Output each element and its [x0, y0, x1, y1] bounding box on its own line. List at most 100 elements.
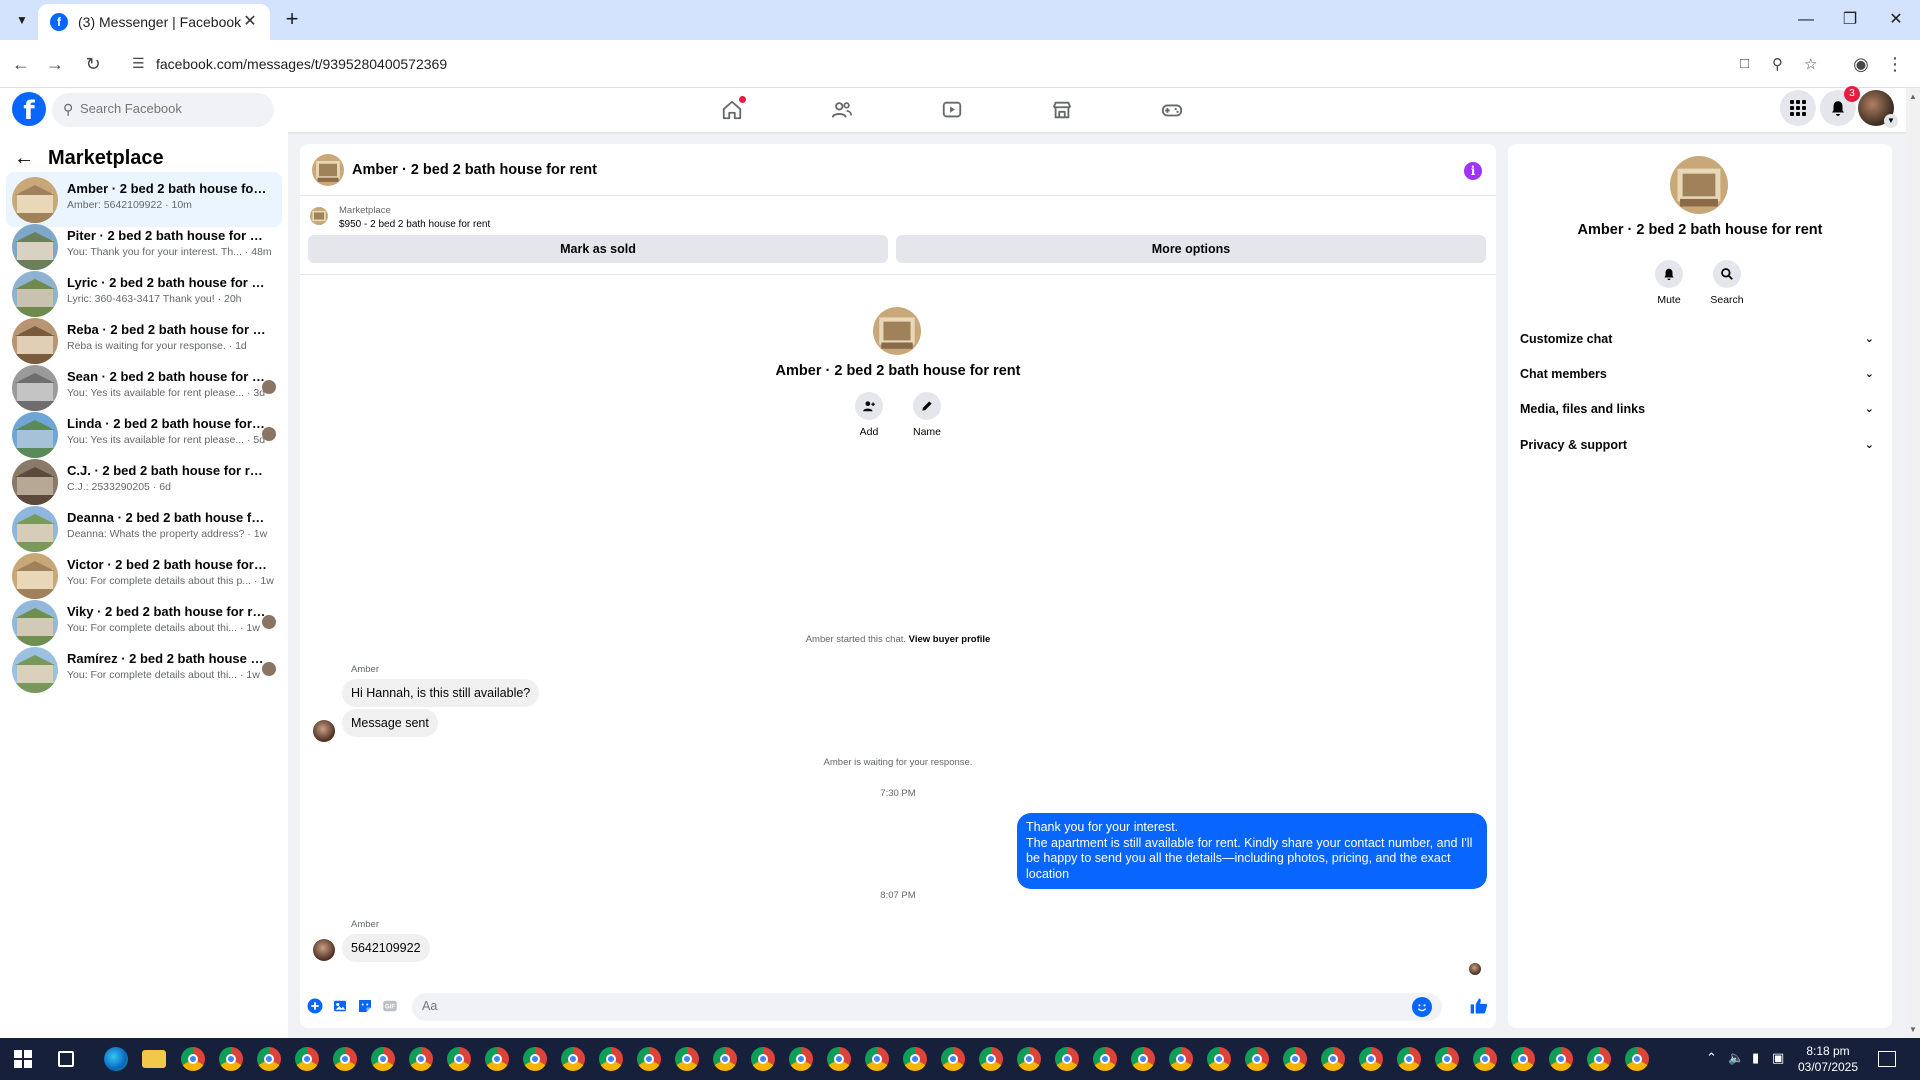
chrome-taskbar-icon[interactable] — [1511, 1047, 1535, 1071]
view-buyer-profile-link[interactable]: View buyer profile — [909, 634, 991, 645]
chrome-taskbar-icon[interactable] — [1283, 1047, 1307, 1071]
chrome-taskbar-icon[interactable] — [371, 1047, 395, 1071]
back-arrow-icon[interactable]: ← — [14, 147, 34, 170]
chrome-taskbar-icon[interactable] — [447, 1047, 471, 1071]
close-tab-icon[interactable]: ✕ — [240, 12, 260, 32]
zoom-icon[interactable]: ⚲ — [1772, 55, 1783, 73]
search-input[interactable] — [80, 101, 260, 116]
chrome-taskbar-icon[interactable] — [1473, 1047, 1497, 1071]
chrome-taskbar-icon[interactable] — [333, 1047, 357, 1071]
chrome-taskbar-icon[interactable] — [485, 1047, 509, 1071]
chrome-taskbar-icon[interactable] — [257, 1047, 281, 1071]
windows-start-icon[interactable] — [14, 1050, 32, 1068]
more-actions-icon[interactable] — [306, 997, 324, 1015]
sender-avatar[interactable] — [313, 939, 335, 961]
gaming-icon[interactable] — [1156, 96, 1188, 124]
message-box[interactable] — [412, 993, 1442, 1021]
browser-menu-icon[interactable]: ⋮ — [1882, 51, 1908, 77]
facebook-search[interactable]: ⚲ — [52, 93, 274, 127]
file-explorer-icon[interactable] — [142, 1050, 166, 1068]
chrome-taskbar-icon[interactable] — [789, 1047, 813, 1071]
chrome-taskbar-icon[interactable] — [1359, 1047, 1383, 1071]
mute-button[interactable]: Mute — [1644, 260, 1694, 306]
name-button[interactable]: Name — [897, 392, 957, 438]
chrome-taskbar-icon[interactable] — [561, 1047, 585, 1071]
back-icon[interactable]: ← — [8, 51, 34, 77]
search-in-chat-button[interactable]: Search — [1702, 260, 1752, 306]
friends-icon[interactable] — [826, 96, 858, 124]
close-window-icon[interactable]: ✕ — [1884, 8, 1908, 32]
chrome-taskbar-icon[interactable] — [1131, 1047, 1155, 1071]
forward-icon[interactable]: → — [42, 51, 68, 77]
chrome-taskbar-icon[interactable] — [675, 1047, 699, 1071]
chat-members-row[interactable]: Chat members ⌄ — [1520, 359, 1882, 389]
url-field[interactable]: ☰ facebook.com/messages/t/93952804005723… — [122, 47, 1817, 81]
chrome-taskbar-icon[interactable] — [1435, 1047, 1459, 1071]
sender-avatar[interactable] — [313, 720, 335, 742]
incoming-message[interactable]: Message sent — [342, 709, 438, 737]
like-thumbs-up-icon[interactable] — [1468, 995, 1490, 1017]
sticker-icon[interactable] — [356, 997, 374, 1015]
scroll-down-icon[interactable]: ▼ — [1909, 1025, 1917, 1034]
notification-center-icon[interactable] — [1878, 1051, 1896, 1067]
chrome-taskbar-icon[interactable] — [295, 1047, 319, 1071]
video-icon[interactable] — [936, 96, 968, 124]
chrome-taskbar-icon[interactable] — [1587, 1047, 1611, 1071]
chrome-taskbar-icon[interactable] — [1625, 1047, 1649, 1071]
chrome-taskbar-icon[interactable] — [409, 1047, 433, 1071]
battery-icon[interactable]: ▮ — [1752, 1050, 1759, 1066]
chrome-taskbar-icon[interactable] — [903, 1047, 927, 1071]
chrome-taskbar-icon[interactable] — [1093, 1047, 1117, 1071]
chrome-taskbar-icon[interactable] — [1017, 1047, 1041, 1071]
chrome-taskbar-icon[interactable] — [713, 1047, 737, 1071]
facebook-logo-icon[interactable]: f — [12, 92, 46, 126]
add-button[interactable]: Add — [839, 392, 899, 438]
chrome-taskbar-icon[interactable] — [599, 1047, 623, 1071]
show-hidden-icons-icon[interactable]: ⌃ — [1706, 1050, 1717, 1066]
scroll-up-icon[interactable]: ▲ — [1909, 92, 1917, 101]
bookmark-star-icon[interactable]: ☆ — [1804, 55, 1817, 73]
chat-avatar[interactable] — [312, 154, 344, 186]
message-input[interactable] — [422, 999, 1402, 1013]
chrome-taskbar-icon[interactable] — [1397, 1047, 1421, 1071]
media-files-links-row[interactable]: Media, files and links ⌄ — [1520, 394, 1882, 424]
chrome-taskbar-icon[interactable] — [979, 1047, 1003, 1071]
restore-icon[interactable]: ❐ — [1838, 8, 1862, 32]
home-icon[interactable] — [716, 96, 748, 124]
outgoing-message[interactable]: Thank you for your interest. The apartme… — [1017, 813, 1487, 889]
page-scrollbar[interactable]: ▲ ▼ — [1906, 88, 1920, 1038]
info-icon[interactable]: i — [1464, 162, 1482, 180]
account-avatar[interactable]: ▼ — [1858, 90, 1898, 128]
customize-chat-row[interactable]: Customize chat ⌄ — [1520, 324, 1882, 354]
listing-price[interactable]: $950 - 2 bed 2 bath house for rent — [339, 219, 490, 230]
new-tab-icon[interactable]: + — [280, 8, 304, 32]
chrome-taskbar-icon[interactable] — [751, 1047, 775, 1071]
volume-icon[interactable]: 🔈 — [1728, 1050, 1744, 1066]
chrome-taskbar-icon[interactable] — [637, 1047, 661, 1071]
chrome-taskbar-icon[interactable] — [1055, 1047, 1079, 1071]
chrome-taskbar-icon[interactable] — [827, 1047, 851, 1071]
taskbar-clock[interactable]: 8:18 pm 03/07/2025 — [1790, 1043, 1866, 1075]
gif-icon[interactable]: GIF — [381, 997, 399, 1015]
mark-as-sold-button[interactable]: Mark as sold — [308, 235, 888, 263]
tab-search-icon[interactable]: ▼ — [12, 10, 32, 30]
listing-thumbnail[interactable] — [310, 207, 328, 225]
conversation-item[interactable]: Ramírez · 2 bed 2 bath house fo... You: F… — [6, 642, 282, 697]
chrome-taskbar-icon[interactable] — [523, 1047, 547, 1071]
chrome-taskbar-icon[interactable] — [1549, 1047, 1573, 1071]
install-app-icon[interactable]: □ — [1740, 55, 1749, 72]
chrome-taskbar-icon[interactable] — [219, 1047, 243, 1071]
minimize-icon[interactable]: — — [1794, 8, 1818, 32]
emoji-icon[interactable] — [1412, 997, 1432, 1017]
chrome-taskbar-icon[interactable] — [865, 1047, 889, 1071]
marketplace-icon[interactable] — [1046, 96, 1078, 124]
details-avatar[interactable] — [1670, 156, 1728, 214]
chrome-taskbar-icon[interactable] — [1321, 1047, 1345, 1071]
task-view-icon[interactable] — [58, 1051, 74, 1067]
chrome-taskbar-icon[interactable] — [1245, 1047, 1269, 1071]
network-icon[interactable]: ▣ — [1772, 1050, 1784, 1066]
profile-icon[interactable]: ◉ — [1848, 51, 1874, 77]
attach-photo-icon[interactable] — [331, 997, 349, 1015]
privacy-support-row[interactable]: Privacy & support ⌄ — [1520, 430, 1882, 460]
menu-grid-icon[interactable] — [1780, 90, 1816, 126]
